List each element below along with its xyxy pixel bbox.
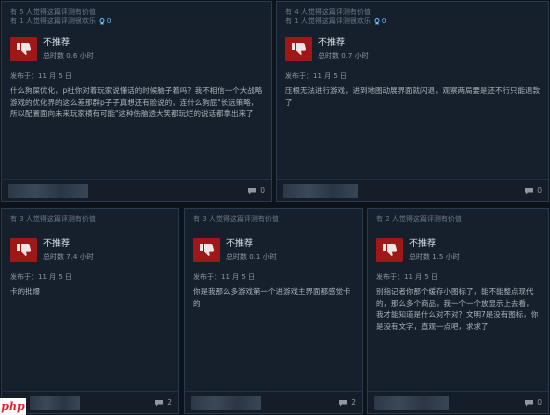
verdict-title: 不推荐 xyxy=(226,238,254,249)
verdict-row[interactable]: 不推荐 总时数 0.1 小时 xyxy=(193,238,362,262)
verdict-row[interactable]: 不推荐 总时数 1.5 小时 xyxy=(376,238,548,262)
review-text: 别指记者你那个缓存小图标了，能不能整点现代的，那么多个商品，我一个一个放显示上去… xyxy=(376,287,539,331)
playtime: 总时数 0.1 小时 xyxy=(226,252,277,261)
playtime: 总时数 0.7 小时 xyxy=(318,51,369,60)
verdict-title: 不推荐 xyxy=(43,238,71,249)
helpful-count: 有 2 人觉得这篇评测有价值 xyxy=(376,215,462,223)
review-header: 有 5 人觉得这篇评测有价值 有 1 人觉得这篇评测很欢乐 0 xyxy=(2,2,271,26)
verdict-row[interactable]: 不推荐 总时数 0.7 小时 xyxy=(285,37,548,61)
author-avatar-blurred[interactable] xyxy=(8,183,88,198)
review-card: 有 5 人觉得这篇评测有价值 有 1 人觉得这篇评测很欢乐 0 不推荐 总时数 … xyxy=(1,1,272,202)
comment-icon xyxy=(525,399,534,406)
author-avatar-blurred[interactable] xyxy=(191,395,261,410)
verdict-title: 不推荐 xyxy=(43,37,71,48)
review-footer: 0 xyxy=(368,391,548,413)
author-avatar-blurred[interactable] xyxy=(30,395,80,410)
review-header: 有 2 人觉得这篇评测有价值 xyxy=(368,209,548,224)
comment-count: 0 xyxy=(260,186,265,195)
playtime: 总时数 1.5 小时 xyxy=(409,252,460,261)
verdict-title: 不推荐 xyxy=(318,37,346,48)
comment-button[interactable]: 0 xyxy=(247,186,265,195)
review-card: 有 2 人觉得这篇评测有价值 不推荐 总时数 1.5 小时 发布于：11 月 5… xyxy=(367,208,549,414)
review-footer: 2 xyxy=(185,391,362,413)
posted-date: 发布于：11 月 5 日 xyxy=(285,72,348,80)
author-avatar-blurred[interactable] xyxy=(374,395,449,410)
playtime: 总时数 0.6 小时 xyxy=(43,51,94,60)
review-card: 有 3 人觉得这篇评测有价值 不推荐 总时数 0.1 小时 发布于：11 月 5… xyxy=(184,208,363,414)
playtime: 总时数 7.4 小时 xyxy=(43,252,94,261)
thumbs-down-icon xyxy=(376,238,403,262)
award-count[interactable]: 0 xyxy=(374,17,386,26)
review-footer: 0 xyxy=(277,179,548,201)
funny-count: 有 1 人觉得这篇评测很欢乐 xyxy=(10,17,96,25)
review-text: 卡的批爆 xyxy=(10,287,40,296)
helpful-count: 有 4 人觉得这篇评测有价值 xyxy=(285,8,371,16)
helpful-count: 有 3 人觉得这篇评测有价值 xyxy=(10,215,96,223)
comment-icon xyxy=(248,187,257,194)
review-header: 有 3 人觉得这篇评测有价值 xyxy=(2,209,178,224)
review-text: 什么狗屎优化，p社你对着玩家说懂话的时候脑子着吗？我不相信一个大战略游戏的优化界… xyxy=(10,86,263,118)
review-footer: 2 xyxy=(2,391,178,413)
comment-button[interactable]: 0 xyxy=(524,186,542,195)
funny-count: 有 1 人觉得这篇评测很欢乐 xyxy=(285,17,371,25)
helpful-count: 有 3 人觉得这篇评测有价值 xyxy=(193,215,279,223)
comment-icon xyxy=(525,187,534,194)
review-header: 有 4 人觉得这篇评测有价值 有 1 人觉得这篇评测很欢乐 0 xyxy=(277,2,548,26)
review-text: 压根无法进行游戏，进到地图动展界面就闪退，观察两局要是还不行只能退款了 xyxy=(285,86,540,107)
award-number: 0 xyxy=(106,17,112,25)
comment-count: 0 xyxy=(537,186,542,195)
comment-button[interactable]: 2 xyxy=(338,398,356,407)
thumbs-down-icon xyxy=(285,37,312,61)
posted-date: 发布于：11 月 5 日 xyxy=(193,273,256,281)
posted-date: 发布于：11 月 5 日 xyxy=(10,72,73,80)
posted-date: 发布于：11 月 5 日 xyxy=(10,273,73,281)
review-card: 有 3 人觉得这篇评测有价值 不推荐 总时数 7.4 小时 发布于：11 月 5… xyxy=(1,208,179,414)
comment-count: 2 xyxy=(351,398,356,407)
award-number: 0 xyxy=(381,17,387,25)
verdict-row[interactable]: 不推荐 总时数 0.6 小时 xyxy=(10,37,271,61)
comment-count: 2 xyxy=(167,398,172,407)
php-watermark-logo: php xyxy=(0,398,26,415)
posted-date: 发布于：11 月 5 日 xyxy=(376,273,439,281)
thumbs-down-icon xyxy=(10,37,37,61)
comment-button[interactable]: 0 xyxy=(524,398,542,407)
verdict-title: 不推荐 xyxy=(409,238,437,249)
helpful-count: 有 5 人觉得这篇评测有价值 xyxy=(10,8,96,16)
thumbs-down-icon xyxy=(10,238,37,262)
author-avatar-blurred[interactable] xyxy=(283,183,358,198)
award-icon xyxy=(99,18,105,25)
verdict-row[interactable]: 不推荐 总时数 7.4 小时 xyxy=(10,238,178,262)
comment-button[interactable]: 2 xyxy=(154,398,172,407)
review-footer: 0 xyxy=(2,179,271,201)
review-card: 有 4 人觉得这篇评测有价值 有 1 人觉得这篇评测很欢乐 0 不推荐 总时数 … xyxy=(276,1,549,202)
award-count[interactable]: 0 xyxy=(99,17,111,26)
comment-icon xyxy=(339,399,348,406)
comment-count: 0 xyxy=(537,398,542,407)
comment-icon xyxy=(155,399,164,406)
review-text: 你是我那么多游戏第一个进游戏主界面都感觉卡的 xyxy=(193,287,351,308)
award-icon xyxy=(374,18,380,25)
thumbs-down-icon xyxy=(193,238,220,262)
review-header: 有 3 人觉得这篇评测有价值 xyxy=(185,209,362,224)
